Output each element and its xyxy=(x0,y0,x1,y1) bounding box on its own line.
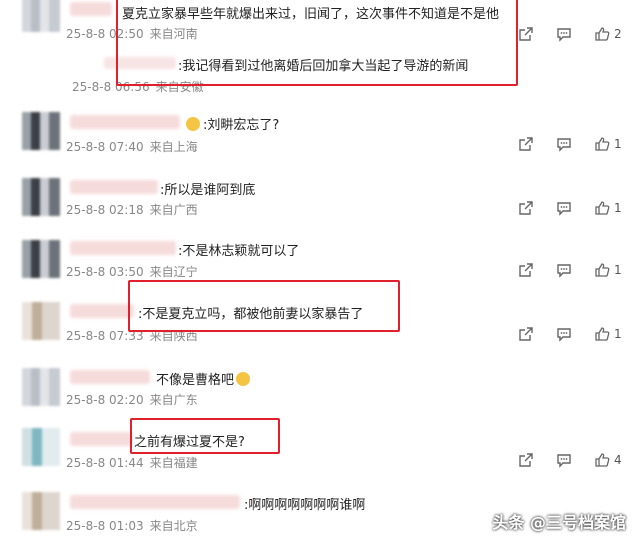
reply-date: 25-8-8 06:56 xyxy=(72,80,150,94)
reply-username[interactable] xyxy=(104,57,176,69)
comment-date: 25-8-8 01:44 xyxy=(66,456,144,470)
comment-text: 之前有爆过夏不是? xyxy=(134,435,245,450)
reply-text: :我记得看到过他离婚后回加拿大当起了导游的新闻 xyxy=(178,59,469,74)
share-icon[interactable] xyxy=(518,136,534,152)
comment-location: 来自广东 xyxy=(149,393,198,407)
comment-actions: 2 xyxy=(496,26,622,42)
avatar[interactable] xyxy=(22,0,60,32)
reply-icon[interactable] xyxy=(556,200,572,216)
comment-date: 25-8-8 02:50 xyxy=(66,27,144,41)
reply-icon[interactable] xyxy=(556,452,572,468)
comment-meta: 25-8-8 01:44 来自福建 xyxy=(66,454,198,471)
comment-location: 来自上海 xyxy=(149,140,198,154)
username[interactable] xyxy=(70,495,240,509)
comment-text: :不是林志颖就可以了 xyxy=(178,244,300,259)
like-icon[interactable] xyxy=(594,200,610,216)
comment-actions: 4 xyxy=(496,452,622,468)
like-icon[interactable] xyxy=(594,452,610,468)
avatar[interactable] xyxy=(22,112,60,150)
comment-location: 来自广西 xyxy=(149,203,198,217)
avatar[interactable] xyxy=(22,302,60,340)
comment-date: 25-8-8 02:20 xyxy=(66,393,144,407)
comment-meta: 25-8-8 01:03 来自北京 xyxy=(66,517,198,534)
comment-location: 来自陕西 xyxy=(149,329,198,343)
comment-actions: 1 xyxy=(496,136,622,152)
comment-date: 25-8-8 03:50 xyxy=(66,265,144,279)
reply-icon[interactable] xyxy=(556,26,572,42)
comment-date: 25-8-8 01:03 xyxy=(66,519,144,533)
comment-actions: 1 xyxy=(496,262,622,278)
comment-location: 来自辽宁 xyxy=(149,265,198,279)
share-icon[interactable] xyxy=(518,200,534,216)
comment-date: 25-8-8 07:40 xyxy=(66,140,144,154)
comment-actions: 1 xyxy=(496,200,622,216)
comment-meta: 25-8-8 07:33 来自陕西 xyxy=(66,327,198,344)
emoji-icon xyxy=(186,117,200,131)
comment-meta: 25-8-8 02:18 来自广西 xyxy=(66,201,198,218)
username[interactable] xyxy=(70,180,158,194)
comment-location: 来自福建 xyxy=(149,456,198,470)
comment-date: 25-8-8 07:33 xyxy=(66,329,144,343)
comment-location: 来自河南 xyxy=(149,27,198,41)
like-count: 1 xyxy=(614,201,622,215)
like-icon[interactable] xyxy=(594,262,610,278)
comment-text: 夏克立家暴早些年就爆出来过，旧闻了，这次事件不知道是不是他 xyxy=(122,7,500,22)
username[interactable] xyxy=(70,370,150,384)
like-count: 1 xyxy=(614,263,622,277)
share-icon[interactable] xyxy=(518,326,534,342)
username[interactable] xyxy=(70,241,176,255)
reply-icon[interactable] xyxy=(556,326,572,342)
comment-text: :所以是谁阿到底 xyxy=(160,183,256,198)
comment-meta: 25-8-8 02:20 来自广东 xyxy=(66,391,198,408)
share-icon[interactable] xyxy=(518,452,534,468)
username[interactable] xyxy=(70,2,112,16)
comment-date: 25-8-8 02:18 xyxy=(66,203,144,217)
comment-text: 不像是曹格吧 xyxy=(156,369,253,388)
comment-actions: 1 xyxy=(496,326,622,342)
comment-text: :刘畊宏忘了? xyxy=(186,114,279,133)
emoji-icon xyxy=(236,372,251,386)
username[interactable] xyxy=(70,115,180,129)
avatar[interactable] xyxy=(22,492,60,530)
like-icon[interactable] xyxy=(594,326,610,342)
like-icon[interactable] xyxy=(594,136,610,152)
reply-icon[interactable] xyxy=(556,136,572,152)
reply-icon[interactable] xyxy=(556,262,572,278)
comment-location: 来自北京 xyxy=(149,519,198,533)
share-icon[interactable] xyxy=(518,26,534,42)
comment-meta: 25-8-8 03:50 来自辽宁 xyxy=(66,263,198,280)
comment-meta: 25-8-8 02:50 来自河南 xyxy=(66,25,198,42)
avatar[interactable] xyxy=(22,240,60,278)
avatar[interactable] xyxy=(22,428,60,466)
reply-meta: 25-8-8 06:56 来自安徽 xyxy=(72,78,204,95)
comment-text: :不是夏克立吗，都被他前妻以家暴告了 xyxy=(138,307,364,322)
like-count: 4 xyxy=(614,453,622,467)
watermark: 头条 @三号档案馆 xyxy=(492,513,626,532)
username[interactable] xyxy=(70,304,134,318)
like-count: 2 xyxy=(614,27,622,41)
comment-text: :啊啊啊啊啊啊啊谁啊 xyxy=(244,498,366,513)
like-icon[interactable] xyxy=(594,26,610,42)
avatar[interactable] xyxy=(22,368,60,406)
like-count: 1 xyxy=(614,137,622,151)
like-count: 1 xyxy=(614,327,622,341)
share-icon[interactable] xyxy=(518,262,534,278)
reply-location: 来自安徽 xyxy=(155,80,204,94)
comment-meta: 25-8-8 07:40 来自上海 xyxy=(66,138,198,155)
username[interactable] xyxy=(70,432,132,446)
avatar[interactable] xyxy=(22,178,60,216)
